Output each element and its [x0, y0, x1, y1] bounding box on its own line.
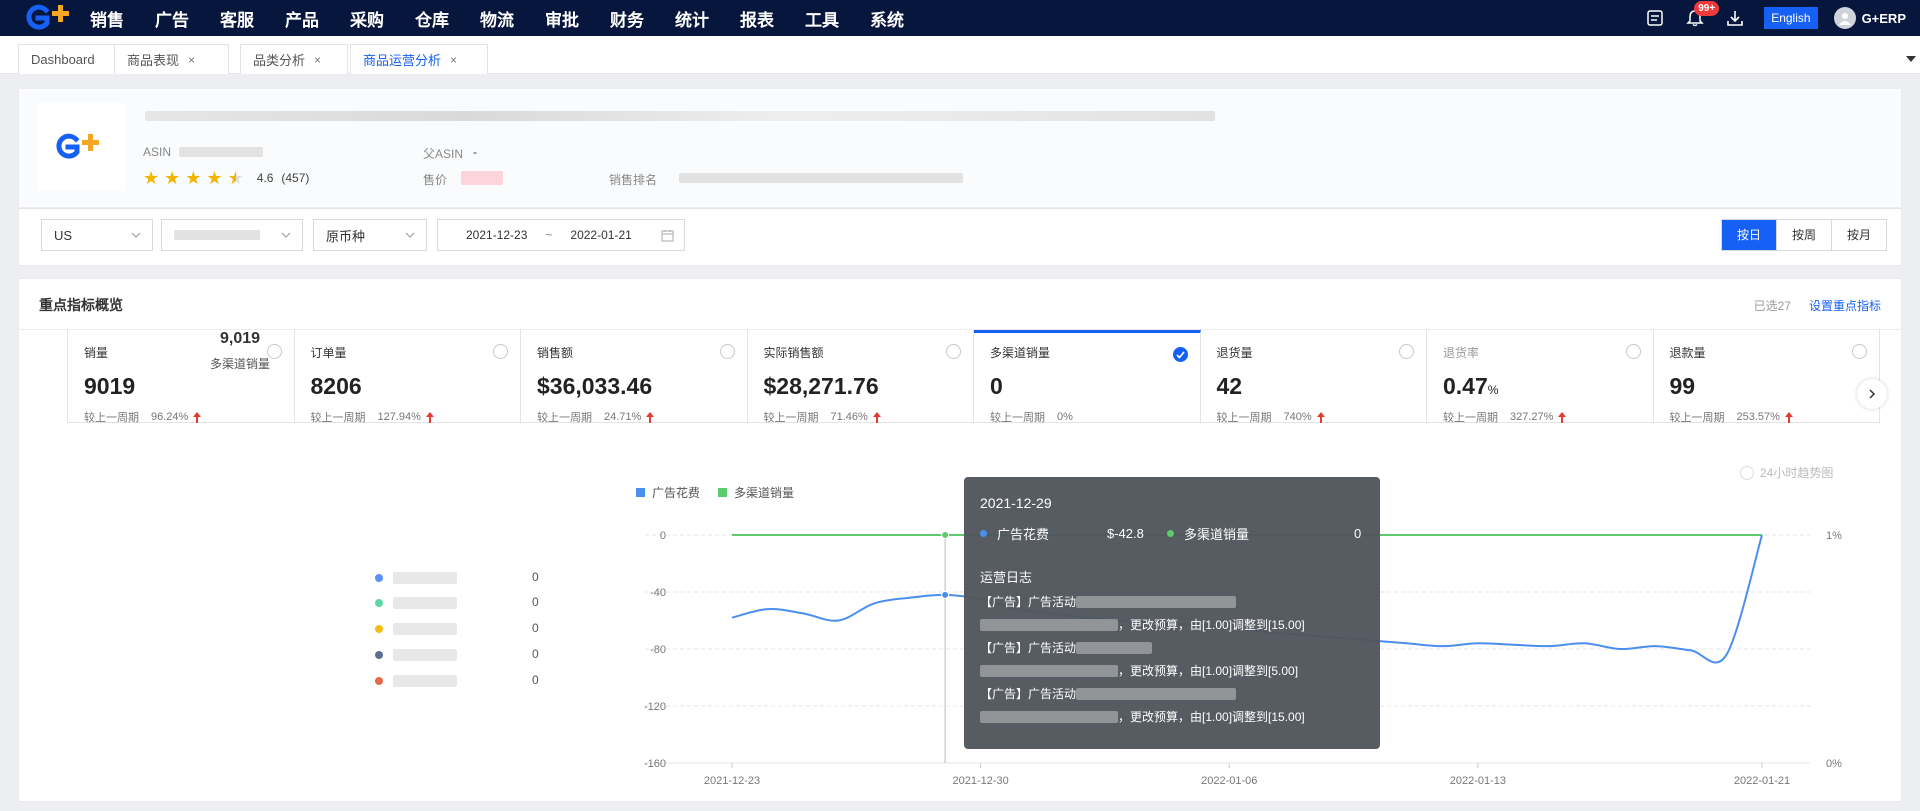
- y-axis-tick-label: -80: [650, 644, 666, 656]
- tooltip-log-title: 运营日志: [980, 570, 1033, 585]
- tooltip-series1-value: $-42.8: [1107, 526, 1144, 541]
- y2-axis-tick-label: 1%: [1826, 530, 1842, 542]
- tooltip-series1-name: 广告花费: [997, 527, 1050, 542]
- x-axis-tick-label: 2021-12-23: [704, 775, 760, 787]
- campaign-name-redacted: [1076, 688, 1237, 700]
- log-prefix: 【广告】广告活动: [980, 687, 1077, 701]
- operation-log: 【广告】广告活动 ，更改预算，由[1.00]调整到[15.00] 【广告】广告活动 ，…: [980, 595, 1364, 724]
- log-entry-detail: ，更改预算，由[1.00]调整到[15.00]: [980, 618, 1364, 632]
- x-axis-tick-label: 2022-01-21: [1734, 775, 1790, 787]
- tooltip-date: 2021-12-29: [980, 495, 1052, 511]
- trend-chart: 0 -40 -80 -120 -160 1% 0% 2021-12-23 2021-12-30 2…: [644, 530, 1842, 787]
- y-axis-tick-label: -120: [644, 701, 666, 713]
- log-prefix: 【广告】广告活动: [980, 641, 1077, 655]
- log-entry-header: 【广告】广告活动: [980, 595, 1364, 609]
- y2-axis-tick-label: 0%: [1826, 758, 1842, 770]
- log-entry-header: 【广告】广告活动: [980, 687, 1364, 701]
- data-point-multichannel-sales: [941, 531, 950, 539]
- campaign-name-redacted: [1076, 642, 1153, 654]
- y-axis-tick-label: -160: [644, 758, 666, 770]
- x-axis-tick-label: 2021-12-30: [952, 775, 1008, 787]
- log-change: ，更改预算，由[1.00]调整到[5.00]: [1118, 664, 1299, 678]
- campaign-detail-redacted: [980, 665, 1118, 677]
- log-entry-detail: ，更改预算，由[1.00]调整到[15.00]: [980, 710, 1364, 724]
- log-change: ，更改预算，由[1.00]调整到[15.00]: [1118, 618, 1305, 632]
- y-axis-tick-label: 0: [660, 530, 666, 542]
- campaign-detail-redacted: [980, 711, 1118, 723]
- data-point-ad-spend: [941, 590, 950, 599]
- tooltip-series2-value: 0: [1354, 526, 1362, 541]
- log-prefix: 【广告】广告活动: [980, 595, 1077, 609]
- log-entry-detail: ，更改预算，由[1.00]调整到[5.00]: [980, 664, 1364, 678]
- series-dot: [1167, 530, 1174, 537]
- chart-tooltip: 2021-12-29 广告花费 $-42.8 多渠道销量 0 运营日志 【广告】…: [964, 477, 1380, 749]
- campaign-name-redacted: [1076, 596, 1237, 608]
- x-axis-tick-label: 2022-01-13: [1450, 775, 1506, 787]
- series-dot: [980, 530, 987, 537]
- log-entry-header: 【广告】广告活动: [980, 641, 1364, 655]
- y-axis-tick-label: -40: [650, 587, 666, 599]
- tooltip-series2-name: 多渠道销量: [1184, 527, 1250, 542]
- x-axis-tick-label: 2022-01-06: [1201, 775, 1257, 787]
- log-change: ，更改预算，由[1.00]调整到[15.00]: [1118, 710, 1305, 724]
- campaign-detail-redacted: [980, 619, 1118, 631]
